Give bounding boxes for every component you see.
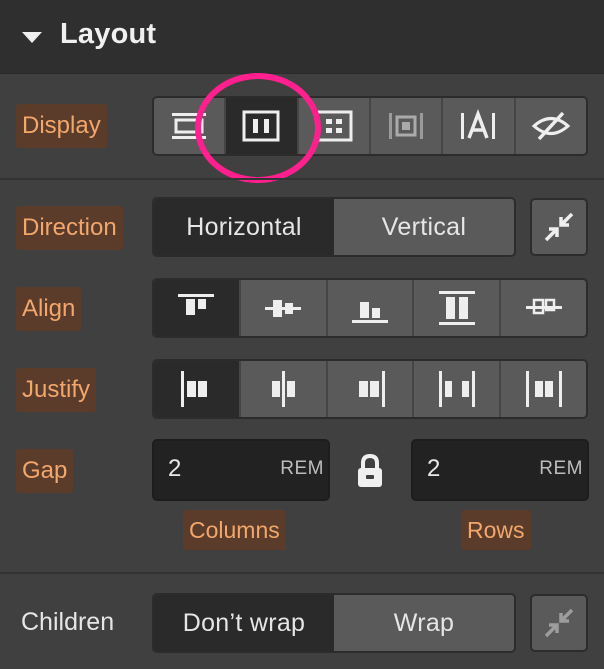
display-toggle-group [152,96,588,156]
align-center-icon [265,300,302,317]
justify-space-between-button[interactable] [414,361,502,417]
panel-header[interactable]: Layout [0,0,604,74]
justify-toggle-group [152,359,588,419]
display-flex-icon [242,110,280,142]
display-block-button[interactable] [154,98,227,154]
gap-rows-value: 2 [427,455,441,482]
align-stretch-button[interactable] [414,280,502,336]
align-end-button[interactable] [328,280,415,336]
display-block-icon [172,113,207,139]
gap-columns-input[interactable]: 2 REM [152,439,330,501]
reverse-arrows-icon [544,212,574,242]
direction-vertical-button[interactable]: Vertical [334,199,514,255]
justify-start-icon [181,371,208,407]
display-grid-icon [315,110,353,142]
align-start-button[interactable] [154,280,241,336]
direction-label: Direction [16,206,123,250]
children-reverse-button[interactable] [530,594,588,652]
justify-space-around-icon [525,371,562,407]
gap-rows-unit[interactable]: REM [539,458,583,480]
gap-columns-value: 2 [168,455,182,482]
lock-icon[interactable] [355,453,385,489]
align-center-button[interactable] [241,280,328,336]
gap-label: Gap [16,449,74,493]
justify-end-icon [358,371,385,407]
children-dont-wrap-button[interactable]: Don’t wrap [154,595,334,651]
align-toggle-group [152,278,588,338]
display-flex-button[interactable] [226,98,299,154]
gap-rows-label: Rows [461,510,531,550]
justify-center-button[interactable] [241,361,328,417]
panel-title: Layout [60,18,157,50]
justify-center-icon [272,371,296,407]
align-stretch-icon [438,291,475,325]
children-wrap-button[interactable]: Wrap [334,595,514,651]
align-start-icon [178,294,215,315]
justify-space-around-button[interactable] [501,361,586,417]
justify-label: Justify [16,368,97,412]
justify-end-button[interactable] [328,361,415,417]
direction-horizontal-button[interactable]: Horizontal [154,199,334,255]
direction-toggle-group: Horizontal Vertical [152,197,516,257]
display-inline-text-icon [461,109,496,139]
display-inline-block-icon [389,113,424,139]
align-baseline-icon [525,298,562,315]
display-none-button[interactable] [516,98,586,154]
gap-columns-unit[interactable]: REM [280,458,324,480]
align-label: Align [16,287,82,331]
display-none-icon [531,111,571,141]
section-divider [0,572,604,574]
display-inline-button[interactable] [443,98,516,154]
gap-rows-input[interactable]: 2 REM [411,439,589,501]
align-end-icon [351,302,388,323]
gap-columns-label: Columns [183,510,286,550]
align-baseline-button[interactable] [501,280,586,336]
display-inline-block-button[interactable] [371,98,444,154]
display-grid-button[interactable] [299,98,371,154]
section-divider [0,178,604,180]
children-label: Children [21,608,115,636]
justify-start-button[interactable] [154,361,241,417]
children-wrap-toggle-group: Don’t wrap Wrap [152,593,516,653]
caret-down-icon[interactable] [22,32,42,44]
justify-space-between-icon [438,371,475,407]
direction-reverse-button[interactable] [530,198,588,256]
display-label: Display [16,104,107,148]
reverse-arrows-icon [544,608,574,638]
